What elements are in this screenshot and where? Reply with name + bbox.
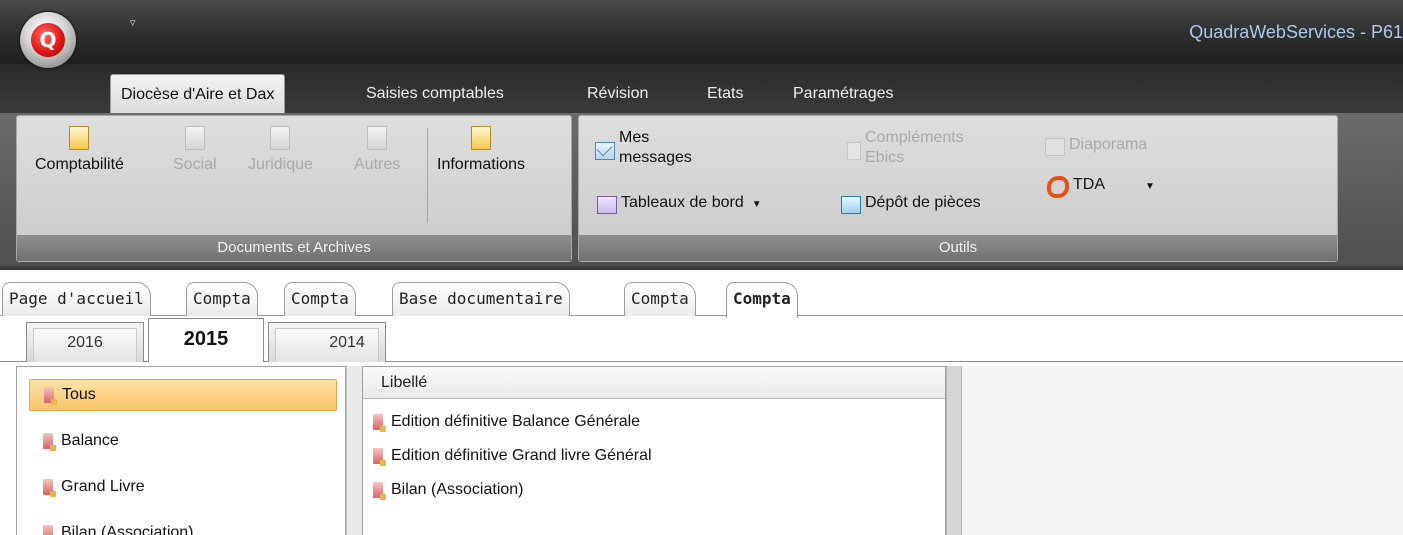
document-tab-bar: Page d'accueil Compta Compta Base docume… — [0, 266, 1403, 318]
pdf-icon — [43, 479, 56, 497]
panel-splitter[interactable] — [346, 366, 362, 535]
social-button[interactable]: Social — [173, 126, 217, 174]
column-header-libelle[interactable]: Libellé — [363, 367, 945, 399]
group-documents-archives: Comptabilité Social Juridique Autres Inf… — [16, 115, 572, 262]
document-icon — [69, 126, 90, 150]
informations-label: Informations — [437, 156, 526, 173]
year-tab-2016[interactable]: 2016 — [26, 322, 144, 362]
list-item-label: Edition définitive Grand livre Général — [391, 447, 652, 464]
pdf-icon — [43, 525, 53, 535]
tda-logo-icon — [1047, 176, 1069, 198]
tableaux-de-bord-label: Tableaux de bord — [621, 194, 744, 211]
year-tab-2014[interactable]: 2014 — [268, 322, 386, 362]
tab-page-accueil[interactable]: Page d'accueil — [2, 282, 151, 316]
group-caption-outils: Outils — [579, 235, 1337, 261]
diaporama-icon — [1045, 138, 1065, 156]
category-item-balance[interactable]: Balance — [29, 425, 337, 457]
autres-button[interactable]: Autres — [354, 126, 400, 174]
category-label: Bilan (Association) — [61, 524, 194, 535]
ribbon-body: Comptabilité Social Juridique Autres Inf… — [0, 113, 1403, 266]
tab-compta-1[interactable]: Compta — [186, 282, 258, 316]
tab-compta-2[interactable]: Compta — [284, 282, 356, 316]
window-title: QuadraWebServices - P61 — [1189, 22, 1403, 42]
pdf-icon — [43, 433, 56, 451]
category-item-tous[interactable]: Tous — [29, 379, 337, 411]
list-item-label: Edition définitive Balance Générale — [391, 413, 641, 430]
comptabilite-label: Comptabilité — [35, 156, 124, 173]
group-separator — [427, 128, 428, 223]
complements-label-line1: Compléments — [865, 129, 964, 146]
category-item-grand-livre[interactable]: Grand Livre — [29, 471, 337, 503]
pdf-icon — [373, 482, 386, 500]
category-label: Balance — [61, 432, 119, 449]
comptabilite-button[interactable]: Comptabilité — [35, 126, 124, 174]
depot-de-pieces-label: Dépôt de pièces — [865, 194, 981, 211]
category-panel: Tous Balance Grand Livre Bilan (Associat… — [16, 366, 346, 535]
list-item[interactable]: Edition définitive Balance Générale — [373, 405, 640, 439]
list-item[interactable]: Edition définitive Grand livre Général — [373, 439, 652, 473]
pdf-icon — [373, 414, 386, 432]
ribbon-tab-etats[interactable]: Etats — [697, 74, 753, 114]
document-icon — [270, 126, 291, 150]
ribbon-tab-parametrages[interactable]: Paramétrages — [783, 74, 904, 114]
category-label: Grand Livre — [61, 478, 145, 495]
autres-label: Autres — [354, 156, 401, 173]
dashboard-icon — [597, 196, 617, 214]
chevron-down-icon: ▼ — [751, 199, 762, 210]
diaporama-label: Diaporama — [1069, 136, 1148, 153]
ribbon-tab-diocese[interactable]: Diocèse d'Aire et Dax — [110, 74, 286, 114]
title-bar: ▿ QuadraWebServices - P61 — [0, 0, 1403, 64]
ebics-icon — [847, 142, 861, 160]
mes-messages-button[interactable]: Mes messages — [595, 128, 692, 168]
preview-splitter[interactable] — [946, 366, 962, 535]
application-menu-button[interactable]: Q — [20, 12, 76, 68]
document-icon — [367, 126, 388, 150]
mail-icon — [595, 142, 615, 160]
category-label: Tous — [62, 386, 96, 403]
informations-button[interactable]: Informations — [437, 126, 525, 174]
group-caption-documents: Documents et Archives — [17, 235, 571, 261]
ribbon-tab-saisies-comptables[interactable]: Saisies comptables — [356, 74, 514, 114]
complements-ebics-button[interactable]: Compléments Ebics — [847, 128, 964, 168]
diaporama-button[interactable]: Diaporama — [1045, 136, 1147, 156]
year-tab-2015[interactable]: 2015 — [148, 318, 264, 362]
list-item[interactable]: Bilan (Association) — [373, 473, 524, 507]
mes-messages-label-line2: messages — [619, 149, 692, 166]
list-item-label: Bilan (Association) — [391, 481, 524, 498]
tableaux-de-bord-dropdown[interactable]: Tableaux de bord ▼ — [597, 194, 762, 214]
tab-compta-3[interactable]: Compta — [624, 282, 696, 316]
category-item-bilan[interactable]: Bilan (Association) — [29, 517, 337, 535]
document-list: Libellé Edition définitive Balance Génér… — [362, 366, 946, 535]
tda-dropdown[interactable]: TDA ▼ — [1047, 176, 1155, 198]
preview-area — [962, 366, 1403, 535]
pdf-icon — [373, 448, 386, 466]
document-icon — [471, 126, 492, 150]
year-tab-2015-label: 2015 — [183, 328, 229, 350]
mes-messages-label-line1: Mes — [619, 129, 650, 146]
quick-access-dropdown-icon[interactable]: ▿ — [130, 16, 136, 29]
tab-base-documentaire[interactable]: Base documentaire — [392, 282, 570, 316]
year-tab-2016-label: 2016 — [67, 334, 103, 351]
year-tab-2014-label: 2014 — [329, 334, 365, 351]
pdf-icon — [44, 387, 57, 405]
juridique-button[interactable]: Juridique — [248, 126, 313, 174]
document-icon — [184, 126, 205, 150]
juridique-label: Juridique — [248, 156, 313, 173]
tda-label: TDA — [1073, 176, 1105, 193]
depot-icon — [841, 196, 861, 214]
depot-de-pieces-button[interactable]: Dépôt de pièces — [841, 194, 981, 214]
ribbon-tab-bar: Diocèse d'Aire et Dax Saisies comptables… — [0, 64, 1403, 114]
tab-compta-active[interactable]: Compta — [726, 282, 798, 318]
complements-label-line2: Ebics — [865, 149, 905, 166]
group-outils: Mes messages Compléments Ebics Diaporama… — [578, 115, 1338, 262]
chevron-down-icon: ▼ — [1145, 181, 1155, 192]
social-label: Social — [173, 156, 217, 173]
quadra-logo-icon: Q — [31, 23, 65, 57]
ribbon-tab-revision[interactable]: Révision — [577, 74, 658, 114]
